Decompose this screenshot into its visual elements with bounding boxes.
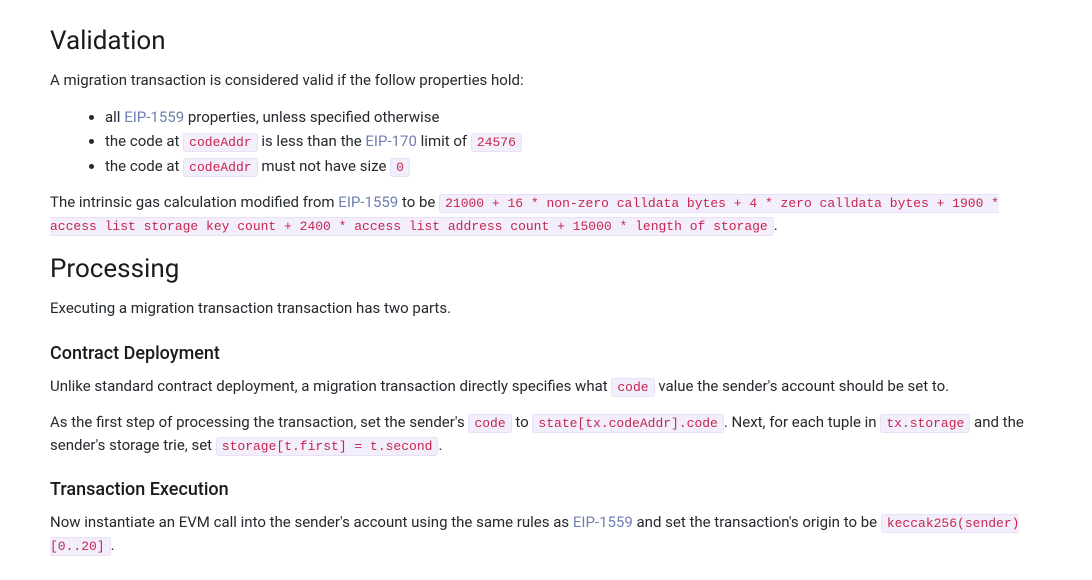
validation-item-2: the code at codeAddr is less than the EI… xyxy=(105,130,1042,153)
validation-list: all EIP-1559 properties, unless specifie… xyxy=(50,106,1042,178)
codeaddr-code: codeAddr xyxy=(183,133,257,152)
contract-deployment-p1: Unlike standard contract deployment, a m… xyxy=(50,375,1042,398)
transaction-execution-heading: Transaction Execution xyxy=(50,476,1042,503)
text: As the first step of processing the tran… xyxy=(50,413,468,431)
limit-code: 24576 xyxy=(471,133,522,152)
text: . xyxy=(774,216,778,234)
eip-170-link[interactable]: EIP-170 xyxy=(365,132,417,150)
eip-1559-link[interactable]: EIP-1559 xyxy=(124,108,184,126)
txstorage-code: tx.storage xyxy=(880,414,970,433)
validation-intro: A migration transaction is considered va… xyxy=(50,69,1042,92)
code-code: code xyxy=(611,378,654,397)
state-code: state[tx.codeAddr].code xyxy=(532,414,723,433)
processing-intro: Executing a migration transaction transa… xyxy=(50,297,1042,320)
text: . xyxy=(438,436,442,454)
transaction-execution-p1: Now instantiate an EVM call into the sen… xyxy=(50,511,1042,556)
validation-item-3: the code at codeAddr must not have size … xyxy=(105,155,1042,178)
codeaddr-code: codeAddr xyxy=(183,158,257,177)
text: all xyxy=(105,108,124,126)
zero-code: 0 xyxy=(390,158,410,177)
text: The intrinsic gas calculation modified f… xyxy=(50,193,338,211)
text: is less than the xyxy=(258,132,366,150)
text: Now instantiate an EVM call into the sen… xyxy=(50,513,573,531)
storage-set-code: storage[t.first] = t.second xyxy=(216,437,439,456)
text: and set the transaction's origin to be xyxy=(633,513,881,531)
eip-1559-link[interactable]: EIP-1559 xyxy=(338,193,398,211)
text: to be xyxy=(398,193,439,211)
code-code: code xyxy=(468,414,511,433)
validation-heading: Validation xyxy=(50,22,1042,61)
text: the code at xyxy=(105,132,183,150)
text: . xyxy=(111,536,115,554)
text: value the sender's account should be set… xyxy=(655,377,950,395)
eip-1559-link[interactable]: EIP-1559 xyxy=(573,513,633,531)
text: to xyxy=(512,413,533,431)
contract-deployment-p2: As the first step of processing the tran… xyxy=(50,411,1042,456)
gas-calculation-paragraph: The intrinsic gas calculation modified f… xyxy=(50,191,1042,236)
text: must not have size xyxy=(258,157,391,175)
contract-deployment-heading: Contract Deployment xyxy=(50,340,1042,367)
validation-item-1: all EIP-1559 properties, unless specifie… xyxy=(105,106,1042,129)
text: the code at xyxy=(105,157,183,175)
text: limit of xyxy=(417,132,471,150)
text: Unlike standard contract deployment, a m… xyxy=(50,377,611,395)
text: properties, unless specified otherwise xyxy=(184,108,439,126)
processing-heading: Processing xyxy=(50,250,1042,289)
text: . Next, for each tuple in xyxy=(724,413,880,431)
